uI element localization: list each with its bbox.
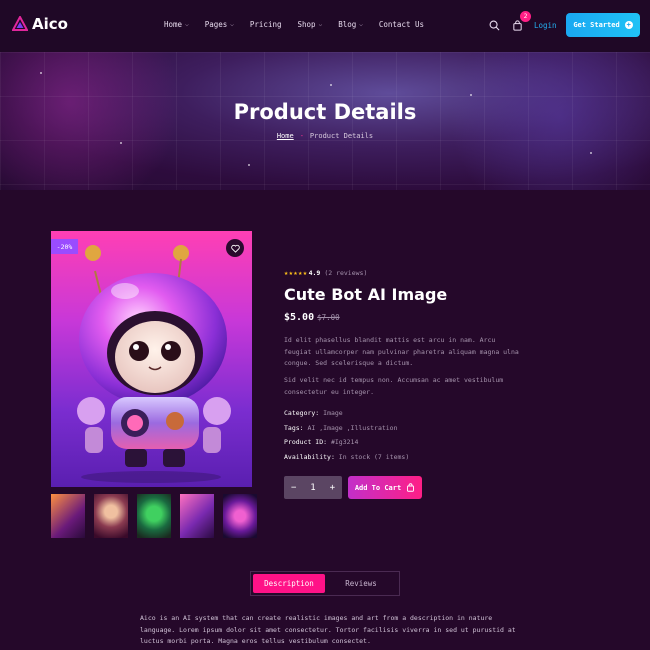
product-rating: ★★★★★ 4.9 (2 reviews) (284, 269, 367, 277)
cart-button[interactable]: 2 (509, 11, 531, 33)
login-link[interactable]: Login (534, 21, 557, 30)
page-hero: Product Details Home - Product Details (0, 52, 650, 190)
quantity-stepper: − 1 + (284, 476, 342, 499)
price-original: $7.00 (317, 313, 340, 322)
thumbnail-strip (51, 494, 257, 538)
thumbnail-image[interactable] (51, 494, 85, 538)
meta-tags: Tags: AI ,Image ,Illustration (284, 424, 398, 432)
meta-value[interactable]: Image (323, 409, 343, 417)
heart-icon (230, 244, 240, 253)
product-description: Id elit phasellus blandit mattis est arc… (284, 336, 519, 367)
meta-label: Tags: (284, 424, 304, 432)
nav-item-shop[interactable]: Shop ⌵ (298, 20, 323, 29)
product-tabs: Description Reviews (250, 571, 400, 596)
add-to-cart-label: Add To Cart (354, 483, 402, 492)
brand-name: Aico (32, 15, 68, 33)
get-started-button[interactable]: Get Started + (566, 13, 640, 37)
page-title: Product Details (233, 100, 417, 124)
product-title: Cute Bot AI Image (284, 285, 448, 304)
star-decoration (470, 94, 472, 96)
nav-label: Shop (297, 20, 316, 29)
meta-availability: Availability: In stock (7 items) (284, 453, 409, 461)
discount-badge: -20% (51, 239, 78, 254)
star-decoration (248, 164, 250, 166)
chevron-down-icon: ⌵ (318, 21, 323, 28)
logo-icon (12, 16, 28, 31)
star-decoration (330, 84, 332, 86)
logo[interactable]: Aico (12, 15, 68, 33)
add-to-cart-button[interactable]: Add To Cart (348, 476, 422, 499)
thumbnail-image[interactable] (94, 494, 128, 538)
shopping-bag-icon (512, 19, 522, 31)
product-main-image[interactable]: -20% (51, 231, 252, 487)
star-decoration (590, 152, 592, 154)
meta-label: Availability: (284, 453, 335, 461)
nav-label: Pages (204, 20, 228, 29)
breadcrumb-current: Product Details (309, 132, 374, 140)
chevron-down-icon: ⌵ (359, 21, 363, 28)
breadcrumb-separator: - (299, 132, 304, 140)
thumbnail-image[interactable] (137, 494, 171, 538)
star-decoration (40, 72, 42, 74)
price-current: $5.00 (284, 312, 315, 323)
shopping-bag-icon (407, 483, 415, 492)
nav-item-blog[interactable]: Blog ⌵ (338, 20, 363, 29)
nav-item-pages[interactable]: Pages ⌵ (205, 20, 234, 29)
product-description-secondary: Sid velit nec id tempus non. Accumsan ac… (284, 376, 504, 396)
thumbnail-image[interactable] (180, 494, 214, 538)
meta-product-id: Product ID: #Ig3214 (284, 438, 358, 446)
meta-value[interactable]: AI ,Image ,Illustration (308, 424, 398, 432)
search-button[interactable] (486, 17, 502, 33)
header-icons: 2 (486, 11, 531, 33)
quantity-value[interactable]: 1 (310, 483, 315, 493)
review-count[interactable]: (2 reviews) (324, 269, 367, 277)
meta-value: In stock (7 items) (338, 453, 410, 461)
meta-category: Category: Image (284, 409, 343, 417)
description-body: Aico is an AI system that can create rea… (140, 614, 516, 645)
quantity-decrease-button[interactable]: − (291, 483, 296, 493)
rating-stars: ★★★★★ (284, 269, 308, 277)
wishlist-button[interactable] (226, 239, 244, 257)
nav-label: Pricing (249, 20, 282, 29)
meta-label: Category: (284, 409, 320, 417)
header: Aico Home ⌵ Pages ⌵ Pricing Shop ⌵ Blog ⌵ Co… (0, 0, 650, 52)
meta-label: Product ID: (284, 438, 328, 446)
search-icon (489, 20, 499, 30)
robot-illustration (77, 245, 231, 483)
nav-label: Blog (338, 20, 357, 29)
nav-item-pricing[interactable]: Pricing (250, 20, 282, 29)
main-nav: Home ⌵ Pages ⌵ Pricing Shop ⌵ Blog ⌵ Contact… (164, 20, 440, 29)
star-decoration (120, 142, 122, 144)
tab-description[interactable]: Description (253, 574, 325, 593)
nav-item-home[interactable]: Home ⌵ (164, 20, 189, 29)
quantity-increase-button[interactable]: + (330, 483, 335, 493)
chevron-down-icon: ⌵ (185, 21, 189, 28)
meta-value: #Ig3214 (330, 438, 359, 446)
nav-label: Contact Us (378, 20, 425, 29)
cta-label: Get Started (573, 21, 620, 29)
plus-icon: + (624, 21, 633, 29)
breadcrumb-home[interactable]: Home (277, 132, 294, 140)
nav-label: Home (164, 20, 183, 29)
breadcrumb: Home - Product Details (0, 132, 650, 140)
chevron-down-icon: ⌵ (230, 21, 234, 28)
cart-count-badge: 2 (520, 11, 531, 22)
tab-reviews[interactable]: Reviews (325, 574, 397, 593)
rating-value: 4.9 (308, 269, 321, 277)
nav-item-contact[interactable]: Contact Us (379, 20, 424, 29)
thumbnail-image[interactable] (223, 494, 257, 538)
product-price: $5.00 $7.00 (284, 312, 340, 323)
